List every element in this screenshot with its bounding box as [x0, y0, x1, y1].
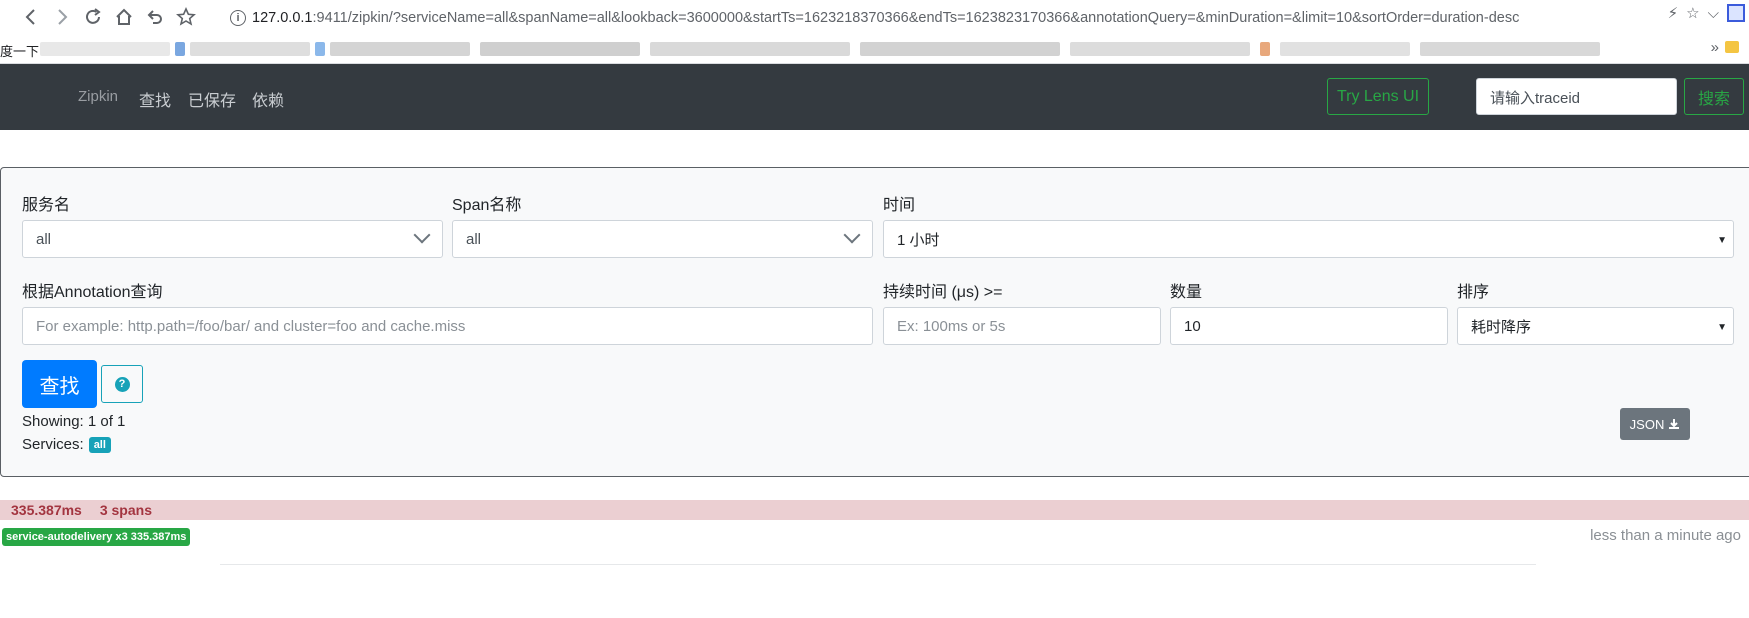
span-select[interactable]: all [452, 220, 873, 258]
showing-count: Showing: 1 of 1 [22, 413, 126, 430]
blurred-bookmark [860, 42, 1060, 56]
blurred-bookmark-icon [1260, 42, 1270, 56]
trace-duration: 335.387ms [11, 502, 82, 518]
caret-down-icon: ▼ [1717, 235, 1727, 246]
service-select[interactable]: all [22, 220, 443, 258]
extension-icon[interactable] [1727, 4, 1745, 22]
blurred-bookmark [330, 42, 470, 56]
help-button[interactable]: ? [101, 365, 143, 403]
nav-dependencies[interactable]: 依赖 [252, 87, 284, 111]
blurred-bookmark-icon [315, 42, 325, 56]
bookmark-star-icon[interactable] [170, 0, 201, 34]
app-navbar: Zipkin 查找 已保存 依赖 Try Lens UI 请输入traceid … [0, 64, 1749, 130]
trace-summary-bar[interactable]: 335.387ms 3 spans [0, 500, 1749, 520]
time-value: 1 小时 [897, 231, 940, 249]
blurred-bookmark [190, 42, 310, 56]
duration-input[interactable]: Ex: 100ms or 5s [883, 307, 1161, 345]
browser-toolbar: i 127.0.0.1:9411/zipkin/?serviceName=all… [0, 0, 1749, 34]
chevron-down-icon [843, 226, 861, 244]
bookmark-bar: 度一下 » [0, 34, 1749, 64]
info-icon[interactable]: i [230, 10, 246, 26]
sort-value: 耗时降序 [1471, 318, 1532, 336]
undo-icon[interactable] [139, 0, 170, 34]
url-host: 127.0.0.1 [252, 10, 313, 26]
services-filter: Services: all [22, 436, 111, 453]
brand-logo[interactable]: Zipkin [78, 88, 118, 105]
service-label: 服务名 [22, 197, 71, 214]
browser-actions: ⚡ ☆ ⌵ [1668, 4, 1749, 22]
nav-saved[interactable]: 已保存 [188, 87, 236, 111]
address-bar[interactable]: i 127.0.0.1:9411/zipkin/?serviceName=all… [230, 6, 1519, 30]
limit-label: 数量 [1170, 284, 1203, 301]
reload-icon[interactable] [77, 0, 108, 34]
json-download-button[interactable]: JSON [1620, 408, 1690, 440]
bookmark-item[interactable]: 度一下 [0, 41, 39, 60]
result-divider [220, 564, 1536, 565]
annotation-input[interactable]: For example: http.path=/foo/bar/ and clu… [22, 307, 873, 345]
blurred-bookmark-icon [175, 42, 185, 56]
blurred-bookmark [1280, 42, 1410, 56]
services-label: Services: [22, 436, 84, 453]
traceid-input[interactable]: 请输入traceid [1476, 78, 1677, 115]
blurred-bookmark [1070, 42, 1250, 56]
try-lens-button[interactable]: Try Lens UI [1327, 78, 1429, 115]
folder-icon[interactable] [1725, 41, 1739, 53]
service-badge-all[interactable]: all [88, 436, 111, 453]
chevron-down-icon [413, 226, 431, 244]
home-icon[interactable] [108, 0, 139, 34]
blurred-bookmark [1420, 42, 1600, 56]
forward-icon[interactable] [46, 0, 77, 34]
limit-input[interactable]: 10 [1170, 307, 1448, 345]
trace-service-badge[interactable]: service-autodelivery x3 335.387ms [2, 528, 191, 546]
annotation-label: 根据Annotation查询 [22, 284, 163, 301]
chevron-down-icon[interactable]: ⌵ [1708, 5, 1719, 22]
span-value: all [466, 230, 482, 248]
nav-find[interactable]: 查找 [139, 87, 171, 111]
find-button[interactable]: 查找 [22, 360, 97, 408]
star-icon[interactable]: ☆ [1686, 4, 1699, 22]
caret-down-icon: ▼ [1717, 322, 1727, 333]
url-path: :9411/zipkin/?serviceName=all&spanName=a… [312, 10, 1520, 26]
sort-label: 排序 [1457, 284, 1490, 301]
json-label: JSON [1629, 416, 1665, 432]
traceid-search-button[interactable]: 搜索 [1684, 78, 1744, 115]
service-value: all [36, 230, 52, 248]
back-icon[interactable] [15, 0, 46, 34]
more-bookmarks-icon[interactable]: » [1711, 39, 1719, 56]
blurred-bookmark [40, 42, 170, 56]
duration-label: 持续时间 (μs) >= [883, 284, 1003, 301]
blurred-bookmark [650, 42, 850, 56]
sort-select[interactable]: 耗时降序 ▼ [1457, 307, 1734, 345]
download-icon [1669, 419, 1680, 429]
time-select[interactable]: 1 小时 ▼ [883, 220, 1734, 258]
blurred-bookmark [480, 42, 640, 56]
lightning-icon[interactable]: ⚡ [1668, 4, 1679, 22]
question-icon: ? [114, 376, 130, 392]
trace-span-count: 3 spans [99, 502, 152, 518]
trace-timestamp: less than a minute ago [1590, 527, 1741, 544]
time-label: 时间 [883, 197, 916, 214]
span-label: Span名称 [452, 197, 522, 214]
search-panel: 服务名 all Span名称 all 时间 1 小时 ▼ 根据Annotatio… [0, 167, 1749, 477]
